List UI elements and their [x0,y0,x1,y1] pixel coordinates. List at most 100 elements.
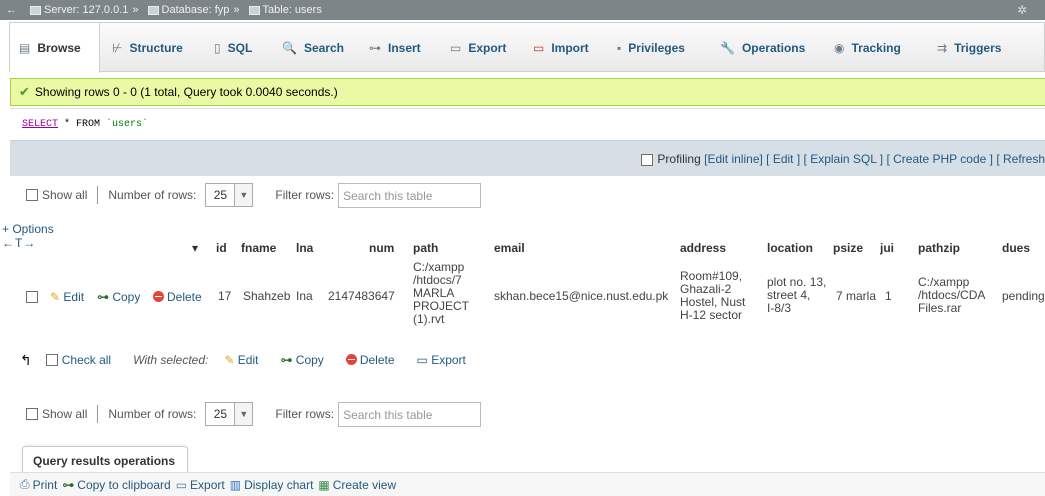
rows-value: 25 [213,188,228,202]
filter-rows-input[interactable]: Search this table [338,182,482,208]
display-chart-link[interactable]: Display chart [244,478,313,492]
tab-browse[interactable]: ▤ Browse [10,23,100,73]
cell-jui[interactable]: 1 [885,290,892,303]
column-header-lname[interactable]: lna [296,241,318,255]
row-edit-link[interactable]: ✎ Edit [50,290,84,304]
gear-icon[interactable]: ✲ [1017,3,1027,17]
show-all-checkbox[interactable] [26,408,38,420]
breadcrumb-database[interactable]: Database: fyp [162,4,230,16]
query-results-operations-title: Query results operations [22,446,188,474]
tab-operations[interactable]: 🔧 Operations [716,23,811,73]
export-icon: ▭ [450,41,462,55]
checkmark-icon: ✔ [19,84,30,99]
cell-fname[interactable]: Shahzeb [243,290,290,303]
tab-structure[interactable]: ⊬ Structure [108,23,189,73]
cell-path[interactable]: C:/xampp /htdocs/7 MARLA PROJECT (1).rvt [413,261,469,326]
copy-icon: ⊶ [97,290,109,304]
column-header-id[interactable]: id [216,241,227,255]
check-all-label[interactable]: Check all [62,353,111,367]
cell-lname[interactable]: Ina [296,290,318,303]
edit-inline-link[interactable]: [Edit inline] [704,152,763,166]
bulk-export-button[interactable]: ▭ Export [417,353,466,367]
bulk-delete-button[interactable]: Delete [345,353,395,367]
export-link[interactable]: Export [190,478,225,492]
triggers-icon: ⇉ [937,41,948,55]
profiling-checkbox[interactable] [641,153,654,166]
breadcrumb-server[interactable]: Server: 127.0.0.1 [44,4,128,16]
row-copy-label: Copy [112,290,141,304]
column-header-fname[interactable]: fname [241,241,276,255]
print-link[interactable]: Print [33,478,58,492]
tab-label: Triggers [954,41,1002,55]
create-view-link[interactable]: Create view [333,478,396,492]
tab-import[interactable]: ▭ Import [529,23,595,73]
cell-line: I-8/3 [767,301,792,315]
number-of-rows-select[interactable]: 25 ▼ [205,402,254,426]
cell-id[interactable]: 17 [218,290,231,303]
create-view-icon: ▦ [318,477,330,492]
tab-privileges[interactable]: ▪ Privileges [613,23,691,73]
chevron-down-icon: ▼ [234,403,253,425]
column-header-num[interactable]: num [369,241,394,255]
bulk-export-label: Export [431,353,466,367]
tab-search[interactable]: 🔍 Search [278,23,350,73]
browse-icon: ▤ [19,41,31,55]
bulk-actions: ↰ Check all With selected: ✎ Edit ⊶ Copy… [20,350,466,370]
query-tools: Profiling [Edit inline] [ Edit ] [ Expla… [641,152,1045,166]
rows-value: 25 [213,407,228,421]
check-all-checkbox[interactable] [45,354,58,366]
bulk-edit-button[interactable]: ✎ Edit [224,353,258,367]
bulk-copy-label: Copy [295,353,324,367]
tab-label: Search [303,41,344,55]
column-header-location[interactable]: location [767,241,813,255]
column-header-pathzip[interactable]: pathzip [918,241,960,255]
show-all-checkbox[interactable] [26,189,38,201]
cell-email[interactable]: skhan.bece15@nice.nust.edu.pk [494,290,668,303]
tab-export[interactable]: ▭ Export [446,23,512,73]
cell-location[interactable]: plot no. 13, street 4, I-8/3 [767,276,826,315]
options-link[interactable]: + Options [2,222,54,236]
cell-num[interactable]: 2147483647 [328,290,395,303]
search-icon: 🔍 [282,41,297,55]
tab-insert[interactable]: ⊶ Insert [365,23,427,73]
row-delete-link[interactable]: Delete [153,290,202,304]
tab-label: Insert [388,41,421,55]
column-header-address[interactable]: address [680,241,726,255]
sql-query[interactable]: SELECT * FROM `users` [22,119,148,130]
explain-sql-link[interactable]: [ Explain SQL ] [804,152,884,166]
tab-label: Privileges [628,41,685,55]
breadcrumb-table[interactable]: Table: users [263,4,322,16]
cell-address[interactable]: Room#109, Ghazali-2 Hostel, Nust H-12 se… [680,270,745,322]
filter-rows-input[interactable]: Search this table [338,401,482,427]
column-header-dues[interactable]: dues [1002,241,1030,255]
column-header-psize[interactable]: psize [833,241,863,255]
server-icon [30,5,41,15]
pencil-icon: ✎ [224,353,235,367]
tab-sql[interactable]: ▯ SQL [210,23,258,73]
create-php-code-link[interactable]: [ Create PHP code ] [886,152,993,166]
row-checkbox[interactable] [26,291,38,303]
column-header-jui[interactable]: jui [880,241,898,255]
column-header-path[interactable]: path [413,241,438,255]
sort-dropdown-icon[interactable]: ▾ [192,241,198,255]
profiling-label: Profiling [657,152,701,166]
cell-pathzip[interactable]: C:/xampp /htdocs/CDA Files.rar [918,276,985,315]
tab-label: Structure [129,41,183,55]
copy-to-clipboard-link[interactable]: Copy to clipboard [77,478,170,492]
back-arrow-icon[interactable]: ← [6,4,17,16]
bulk-copy-button[interactable]: ⊶ Copy [280,353,323,367]
edit-link[interactable]: [ Edit ] [766,152,800,166]
cell-psize[interactable]: 7 marla [836,290,876,303]
refresh-link[interactable]: [ Refresh [996,152,1045,166]
tab-tracking[interactable]: ◉ Tracking [830,23,907,73]
success-text: Showing rows 0 - 0 (1 total, Query took … [34,85,338,99]
row-copy-link[interactable]: ⊶ Copy [97,290,140,304]
column-header-email[interactable]: email [494,241,525,255]
sql-keyword-select[interactable]: SELECT [22,119,58,130]
cell-dues[interactable]: pending [1002,290,1045,303]
bulk-edit-label: Edit [237,353,259,367]
tab-triggers[interactable]: ⇉ Triggers [933,23,1007,73]
column-arrows[interactable]: ←T→ [2,236,36,250]
number-of-rows-select[interactable]: 25 ▼ [205,183,254,207]
delete-icon [153,291,164,302]
